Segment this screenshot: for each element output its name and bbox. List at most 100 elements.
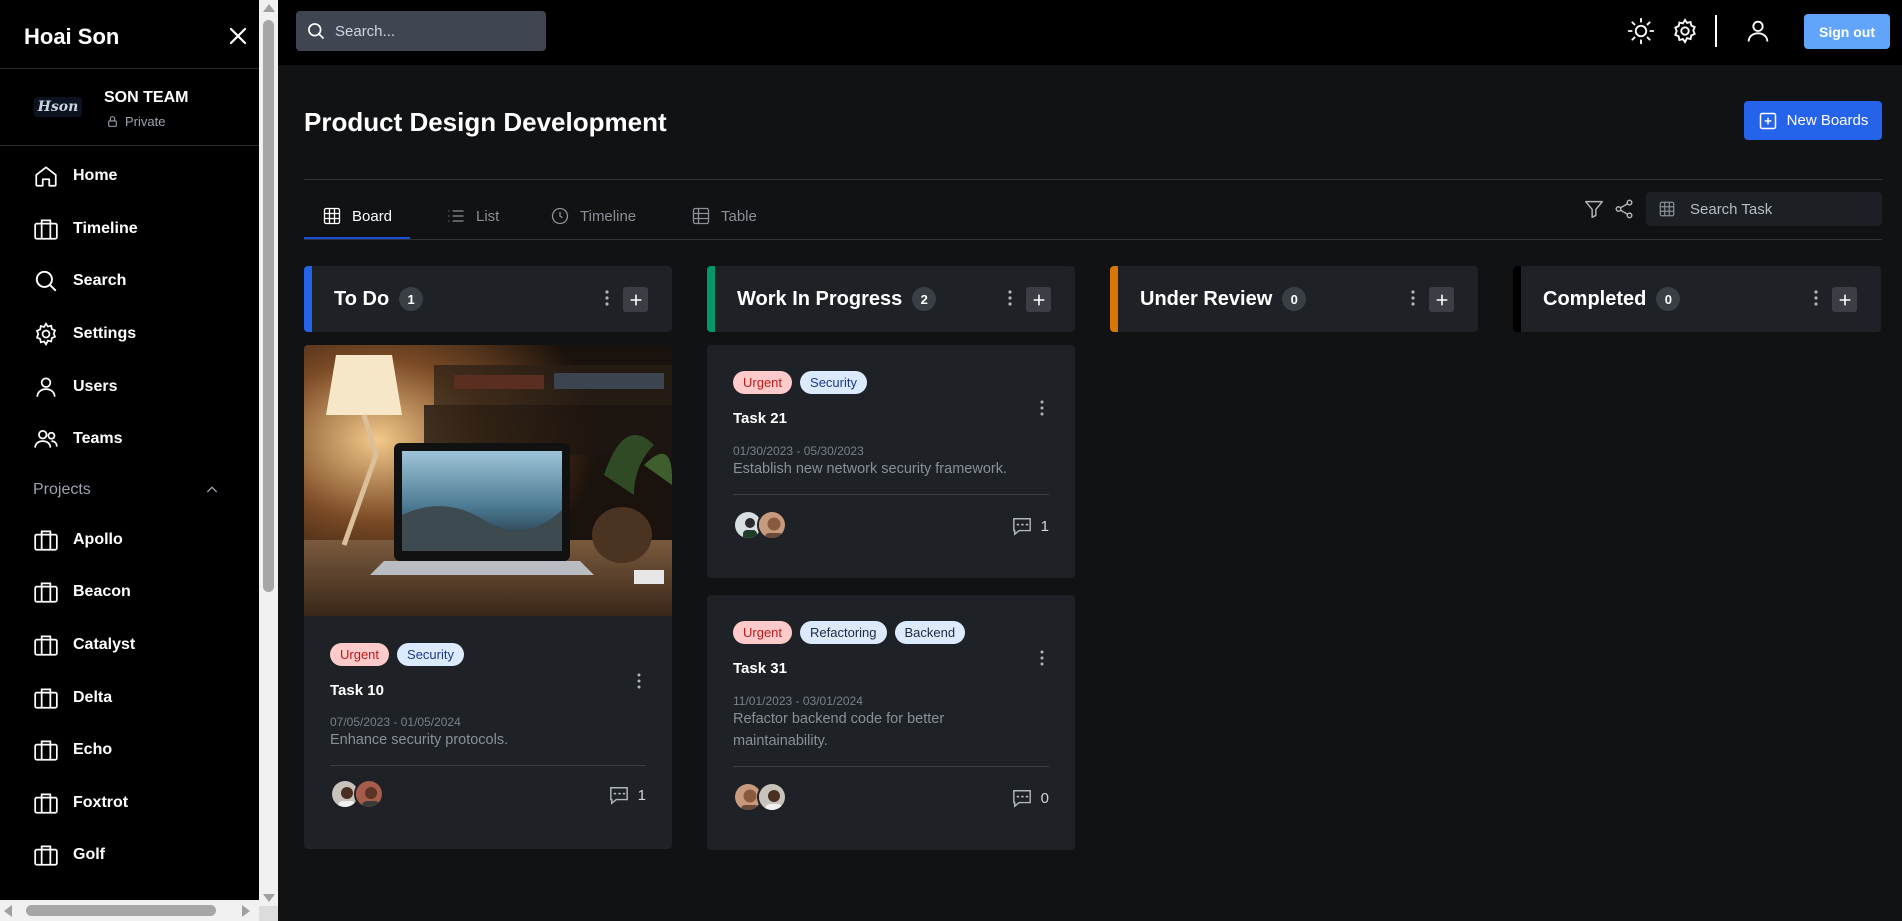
column-count: 0 (1282, 287, 1307, 311)
tab-board[interactable]: Board (322, 193, 392, 239)
task-search[interactable] (1646, 192, 1882, 226)
lock-icon (108, 116, 117, 127)
scroll-thumb[interactable] (26, 905, 216, 916)
share-icon[interactable] (1613, 198, 1635, 220)
briefcase-icon (34, 582, 58, 604)
sidebar-item-label: Settings (73, 325, 137, 343)
kebab-menu-icon[interactable] (604, 288, 610, 308)
users-icon (34, 430, 58, 449)
briefcase-icon (34, 793, 58, 814)
task-card-footer: 1 (330, 779, 646, 819)
add-task-button[interactable] (1429, 287, 1454, 312)
task-title: Task 31 (733, 660, 787, 677)
chevron-up-icon (206, 485, 218, 493)
tag-list: Urgent Security (733, 371, 1049, 394)
list-icon (448, 210, 464, 222)
tag-security: Security (800, 371, 867, 394)
task-search-input[interactable] (1690, 200, 1860, 218)
sign-out-button[interactable]: Sign out (1804, 14, 1890, 49)
scroll-left-arrow[interactable] (4, 905, 12, 917)
divider (733, 766, 1049, 767)
sidebar-item-project-apollo[interactable]: Apollo (0, 514, 259, 567)
avatar[interactable] (354, 779, 384, 809)
comment-count[interactable]: 1 (608, 785, 646, 805)
task-card[interactable]: Urgent Security Task 10 07/05/2023 - 01/… (304, 345, 672, 849)
scroll-up-arrow[interactable] (263, 4, 275, 12)
sidebar-item-project-foxtrot[interactable]: Foxtrot (0, 777, 259, 830)
project-label: Foxtrot (73, 793, 129, 811)
sidebar-item-home[interactable]: Home (0, 150, 259, 203)
table-icon (692, 207, 710, 225)
tab-label: Timeline (580, 207, 637, 225)
filter-icon[interactable] (1583, 198, 1605, 220)
sun-icon[interactable] (1627, 17, 1655, 45)
column-header-under-review: Under Review 0 (1110, 266, 1478, 332)
projects-section-toggle[interactable]: Projects (0, 466, 259, 514)
kebab-menu-icon[interactable] (1039, 399, 1045, 417)
avatar[interactable] (757, 782, 787, 812)
gear-icon (35, 322, 57, 347)
sidebar-item-settings[interactable]: Settings (0, 308, 259, 361)
sidebar-item-teams[interactable]: Teams (0, 413, 259, 466)
kebab-menu-icon[interactable] (1039, 649, 1045, 667)
tab-table[interactable]: Table (691, 193, 757, 239)
divider (304, 179, 1882, 180)
project-label: Delta (73, 688, 113, 706)
team-visibility-label: Private (125, 114, 166, 129)
tab-list[interactable]: List (446, 193, 499, 239)
topbar-divider (1715, 15, 1717, 47)
comment-count-value: 0 (1040, 789, 1049, 807)
comment-count[interactable]: 1 (1011, 516, 1049, 536)
scroll-thumb[interactable] (263, 20, 274, 592)
add-task-button[interactable] (623, 287, 648, 312)
task-card-footer: 1 (733, 510, 1049, 550)
add-task-button[interactable] (1026, 287, 1051, 312)
team-switcher[interactable]: Hson SON TEAM Private (0, 68, 259, 146)
column-count: 1 (399, 287, 424, 311)
comment-count[interactable]: 0 (1011, 788, 1049, 808)
sidebar-item-project-golf[interactable]: Golf (0, 829, 259, 882)
sidebar-item-label: Home (73, 167, 118, 185)
task-dates: 07/05/2023 - 01/05/2024 (330, 715, 461, 729)
scroll-right-arrow[interactable] (242, 905, 250, 917)
add-task-button[interactable] (1832, 287, 1857, 312)
team-logo: Hson (34, 97, 82, 117)
sidebar-item-project-beacon[interactable]: Beacon (0, 566, 259, 619)
avatar[interactable] (757, 510, 787, 540)
tag-urgent: Urgent (330, 643, 390, 666)
task-card[interactable]: Urgent Security Task 21 01/30/2023 - 05/… (707, 345, 1075, 578)
kebab-menu-icon[interactable] (1813, 288, 1819, 308)
task-card[interactable]: Urgent Refactoring Backend Task 31 11/01… (707, 595, 1075, 850)
sidebar-item-timeline[interactable]: Timeline (0, 203, 259, 256)
sidebar-item-project-delta[interactable]: Delta (0, 671, 259, 724)
user-icon[interactable] (1744, 17, 1772, 45)
kebab-menu-icon[interactable] (636, 672, 642, 690)
gear-icon[interactable] (1671, 17, 1699, 45)
sidebar-horizontal-scrollbar[interactable] (0, 900, 259, 921)
tag-security: Security (397, 643, 464, 666)
briefcase-icon (34, 530, 58, 551)
global-search[interactable] (296, 11, 546, 51)
search-input[interactable] (335, 22, 535, 40)
task-cover-image (304, 345, 672, 616)
sidebar-item-users[interactable]: Users (0, 360, 259, 413)
column-title: Under Review (1140, 287, 1273, 310)
column-title: Work In Progress (737, 287, 903, 310)
tag-list: Urgent Security (330, 643, 646, 666)
tab-timeline[interactable]: Timeline (550, 193, 636, 239)
sidebar-item-search[interactable]: Search (0, 255, 259, 308)
scroll-down-arrow[interactable] (263, 894, 275, 902)
column-header-todo: To Do 1 (304, 266, 672, 332)
kebab-menu-icon[interactable] (1007, 288, 1013, 308)
team-visibility: Private (106, 114, 165, 129)
sidebar-item-project-echo[interactable]: Echo (0, 724, 259, 777)
close-icon[interactable] (226, 24, 250, 48)
task-card-body: Urgent Refactoring Backend Task 31 11/01… (707, 621, 1075, 822)
new-boards-button[interactable]: New Boards (1744, 101, 1882, 140)
sidebar-item-project-catalyst[interactable]: Catalyst (0, 619, 259, 672)
kebab-menu-icon[interactable] (1410, 288, 1416, 308)
column-count: 0 (1656, 287, 1681, 311)
sidebar-vertical-scrollbar[interactable] (259, 0, 278, 906)
tag-backend: Backend (894, 621, 966, 644)
task-title: Task 10 (330, 682, 384, 699)
